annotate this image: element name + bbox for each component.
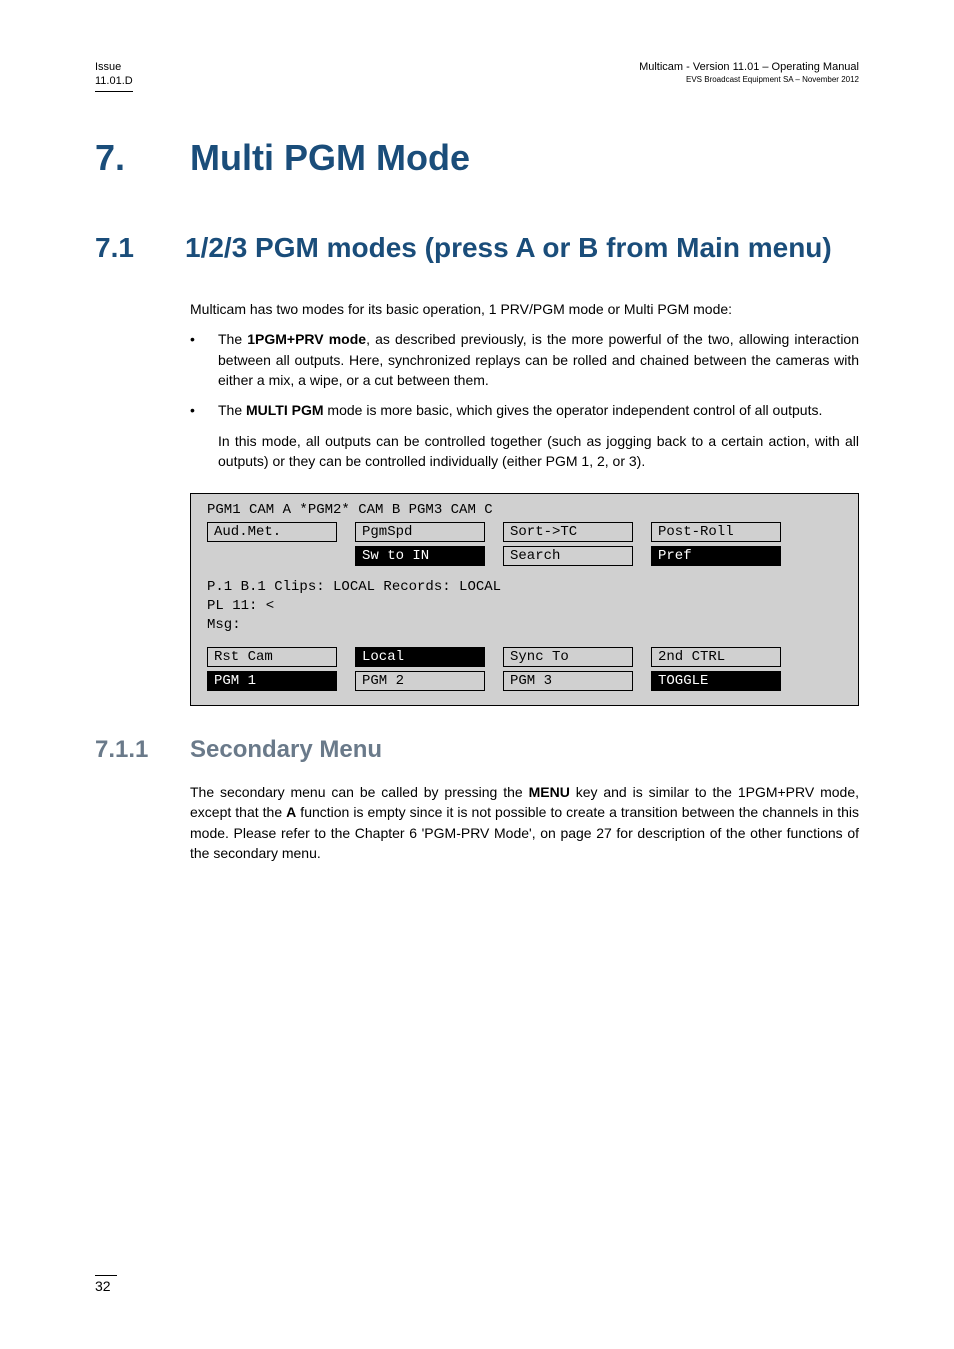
bullet-dot-icon: •	[190, 329, 218, 390]
terminal-btn-postroll: Post-Roll	[651, 522, 781, 542]
sp-a: The secondary menu can be called by pres…	[190, 784, 529, 800]
page-number: 32	[95, 1275, 117, 1294]
sp-b: MENU	[529, 784, 570, 800]
bullet-1: • The 1PGM+PRV mode, as described previo…	[190, 329, 859, 390]
terminal-btn-toggle: TOGGLE	[651, 671, 781, 691]
terminal-btn-pgm2: PGM 2	[355, 671, 485, 691]
header-subtitle: EVS Broadcast Equipment SA – November 20…	[639, 75, 859, 85]
page-header: Issue 11.01.D Multicam - Version 11.01 –…	[95, 60, 859, 92]
issue-label: Issue	[95, 61, 121, 73]
bullet-2-a: The	[218, 402, 246, 418]
terminal-btn-2ndctrl: 2nd CTRL	[651, 647, 781, 667]
terminal-btn-rstcam: Rst Cam	[207, 647, 337, 667]
bullet-1-b: 1PGM+PRV mode	[247, 331, 366, 347]
bullet-2-sub: In this mode, all outputs can be control…	[218, 431, 859, 472]
section-heading: 7.11/2/3 PGM modes (press A or B from Ma…	[95, 224, 859, 272]
terminal-mid-3: Msg:	[207, 616, 848, 635]
terminal-btn-sorttc: Sort->TC	[503, 522, 633, 542]
terminal-btn-local: Local	[355, 647, 485, 667]
terminal-row-3: Rst Cam Local Sync To 2nd CTRL	[201, 647, 848, 667]
terminal-btn-blank	[207, 546, 337, 566]
intro-para: Multicam has two modes for its basic ope…	[190, 299, 859, 319]
bullet-2: • The MULTI PGM mode is more basic, whic…	[190, 400, 859, 420]
terminal-btn-syncto: Sync To	[503, 647, 633, 667]
chapter-number: 7.	[95, 137, 190, 179]
chapter-heading: 7.Multi PGM Mode	[95, 137, 859, 179]
bullet-2-b: MULTI PGM	[246, 402, 324, 418]
terminal-row-4: PGM 1 PGM 2 PGM 3 TOGGLE	[201, 671, 848, 691]
terminal-row-2: Sw to IN Search Pref	[201, 546, 848, 566]
subsection-title: Secondary Menu	[190, 736, 382, 763]
header-right: Multicam - Version 11.01 – Operating Man…	[639, 60, 859, 92]
section-title: 1/2/3 PGM modes (press A or B from Main …	[185, 224, 854, 272]
terminal-btn-pgmspd: PgmSpd	[355, 522, 485, 542]
terminal-row-1: Aud.Met. PgmSpd Sort->TC Post-Roll	[201, 522, 848, 542]
terminal-mid: P.1 B.1 Clips: LOCAL Records: LOCAL PL 1…	[207, 578, 848, 635]
terminal-header: PGM1 CAM A *PGM2* CAM B PGM3 CAM C	[201, 502, 848, 518]
sp-d: A	[286, 804, 296, 820]
terminal-btn-swtoin: Sw to IN	[355, 546, 485, 566]
terminal-btn-pgm3: PGM 3	[503, 671, 633, 691]
terminal-mid-1: P.1 B.1 Clips: LOCAL Records: LOCAL	[207, 578, 848, 597]
terminal-btn-search: Search	[503, 546, 633, 566]
terminal-btn-audmet: Aud.Met.	[207, 522, 337, 542]
chapter-title: Multi PGM Mode	[190, 137, 470, 178]
bullet-1-a: The	[218, 331, 247, 347]
terminal-btn-pgm1: PGM 1	[207, 671, 337, 691]
bullet-dot-icon: •	[190, 400, 218, 420]
subsection-heading: 7.1.1Secondary Menu	[95, 736, 859, 764]
header-title: Multicam - Version 11.01 – Operating Man…	[639, 60, 859, 74]
bullet-2-c: mode is more basic, which gives the oper…	[324, 402, 823, 418]
header-left: Issue 11.01.D	[95, 60, 133, 92]
terminal-btn-pref: Pref	[651, 546, 781, 566]
subsection-para: The secondary menu can be called by pres…	[190, 782, 859, 863]
terminal-screen: PGM1 CAM A *PGM2* CAM B PGM3 CAM C Aud.M…	[190, 493, 859, 706]
issue-value: 11.01.D	[95, 75, 133, 87]
subsection-number: 7.1.1	[95, 736, 190, 764]
terminal-mid-2: PL 11: <	[207, 597, 848, 616]
section-number: 7.1	[95, 224, 185, 272]
